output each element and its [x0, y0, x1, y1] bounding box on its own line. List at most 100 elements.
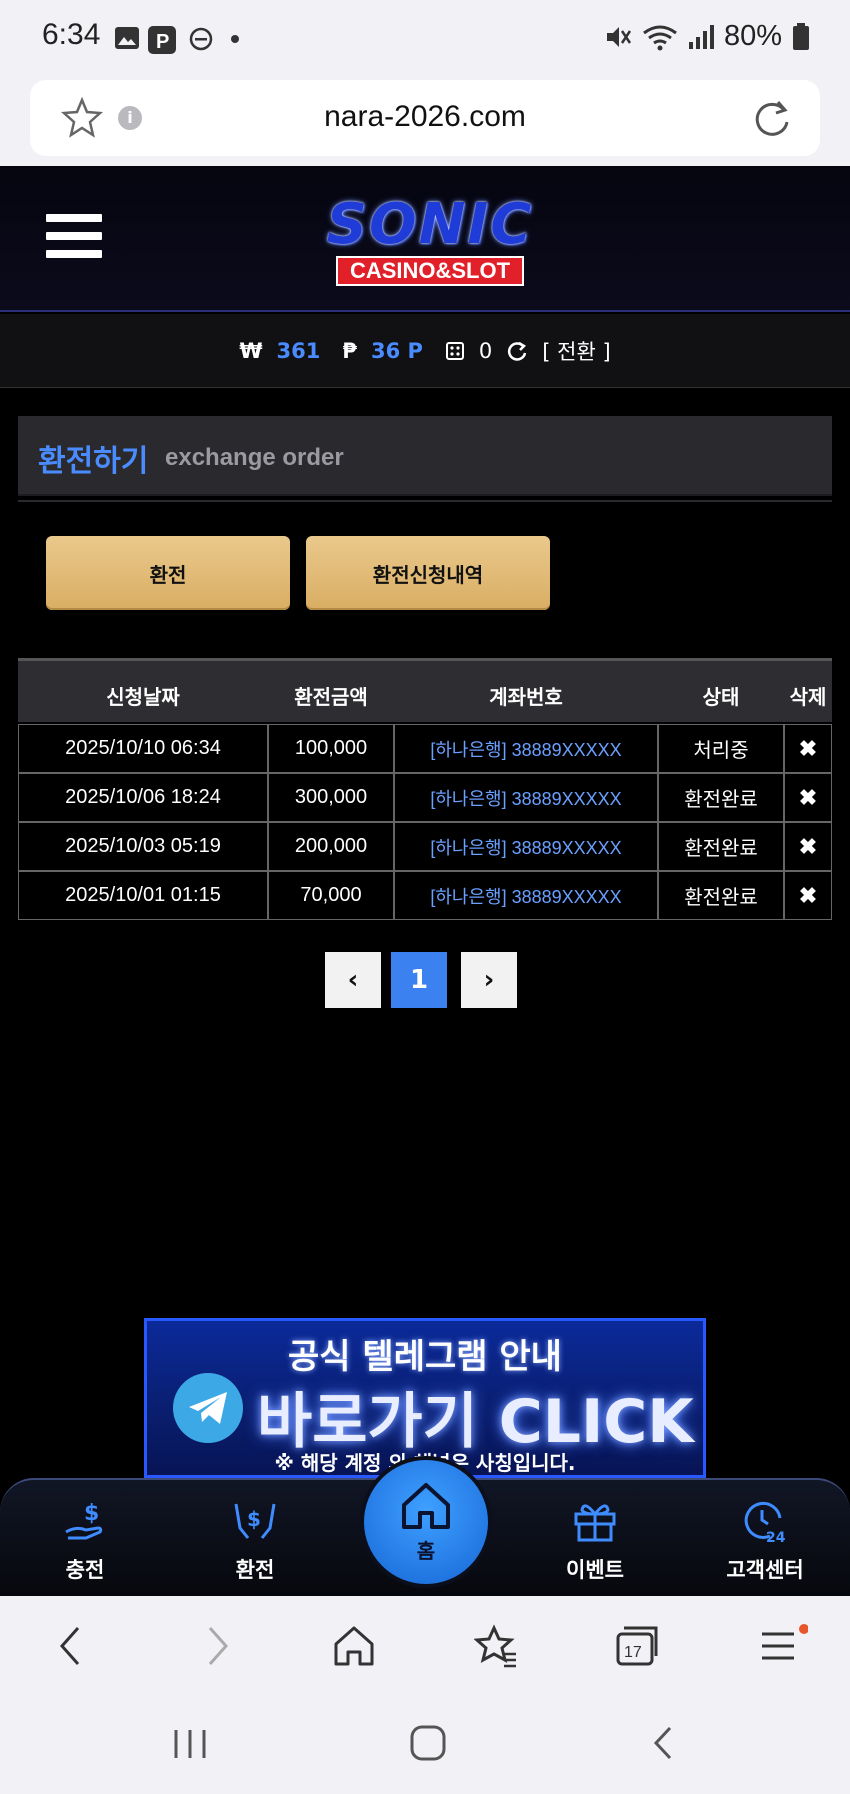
- table-row: 2025/10/06 18:24 300,000 [하나은행] 38889XXX…: [18, 773, 832, 822]
- support-24-icon: 24: [744, 1501, 786, 1546]
- column-header-amount: 환전금액: [294, 685, 368, 709]
- system-home-icon[interactable]: [408, 1724, 448, 1762]
- home-icon: [402, 1482, 450, 1529]
- cell-account: [하나은행] 38889XXXXX: [394, 773, 658, 822]
- cell-amount: 70,000: [268, 871, 394, 920]
- reload-icon[interactable]: [752, 98, 792, 138]
- nav-deposit-label: 충전: [65, 1558, 105, 1582]
- battery-icon: [793, 22, 809, 50]
- status-bar: 6:34 P 80%: [0, 0, 850, 78]
- cell-account: [하나은행] 38889XXXXX: [394, 871, 658, 920]
- forward-icon[interactable]: [196, 1624, 236, 1668]
- table-row: 2025/10/03 05:19 200,000 [하나은행] 38889XXX…: [18, 822, 832, 871]
- cell-amount: 200,000: [268, 822, 394, 871]
- bookmarks-icon[interactable]: [474, 1624, 518, 1668]
- cell-account: [하나은행] 38889XXXXX: [394, 724, 658, 773]
- nav-withdraw[interactable]: $ 환전: [195, 1498, 315, 1584]
- site-header: SONIC CASINO&SLOT: [0, 166, 850, 312]
- column-header-date: 신청날짜: [106, 685, 180, 709]
- parking-icon: P: [148, 26, 176, 54]
- cell-account: [하나은행] 38889XXXXX: [394, 822, 658, 871]
- svg-text:24: 24: [766, 1530, 786, 1544]
- svg-text:$: $: [247, 1507, 261, 1531]
- cell-status: 환전완료: [658, 871, 784, 920]
- exchange-tab-button[interactable]: 환전: [46, 536, 290, 610]
- column-header-status: 상태: [702, 685, 740, 709]
- chip-icon: [445, 341, 464, 360]
- signal-icon: [688, 24, 714, 49]
- cell-status: 처리중: [658, 724, 784, 773]
- tabs-icon[interactable]: 17: [614, 1624, 660, 1668]
- wifi-icon: [643, 25, 677, 50]
- gift-icon: [574, 1504, 616, 1542]
- cell-date: 2025/10/10 06:34: [18, 724, 268, 773]
- browser-toolbar: 17: [0, 1596, 850, 1696]
- section-title-en: exchange order: [165, 444, 344, 471]
- nav-home[interactable]: 홈: [360, 1456, 492, 1588]
- delete-icon[interactable]: ✖: [784, 871, 832, 920]
- dnd-icon: [189, 27, 213, 51]
- hamburger-menu-icon[interactable]: [46, 214, 102, 264]
- url-bar[interactable]: i nara-2026.com: [30, 80, 820, 156]
- withdraw-icon: $: [234, 1503, 276, 1539]
- logo-sub: CASINO&SLOT: [335, 256, 525, 286]
- url-text[interactable]: nara-2026.com: [30, 100, 820, 134]
- nav-deposit[interactable]: $ 충전: [25, 1498, 145, 1584]
- cell-status: 환전완료: [658, 822, 784, 871]
- section-header: 환전하기 exchange order: [18, 416, 832, 496]
- svg-text:P: P: [156, 31, 169, 53]
- page-next-button[interactable]: ›: [461, 952, 517, 1008]
- mute-icon: [606, 26, 631, 47]
- delete-icon[interactable]: ✖: [784, 773, 832, 822]
- page-current-button[interactable]: 1: [391, 952, 447, 1008]
- nav-event[interactable]: 이벤트: [535, 1498, 655, 1584]
- status-time: 6:34: [42, 18, 101, 51]
- point-icon: ₱: [342, 338, 357, 363]
- nav-event-label: 이벤트: [566, 1558, 624, 1582]
- system-back-icon[interactable]: [648, 1724, 678, 1762]
- exchange-history-tab-button[interactable]: 환전신청내역: [306, 536, 550, 610]
- cell-date: 2025/10/06 18:24: [18, 773, 268, 822]
- won-icon: ₩: [239, 338, 263, 363]
- tabs-count: 17: [624, 1644, 642, 1661]
- nav-home-label: 홈: [416, 1538, 436, 1563]
- chip-balance: 0: [478, 338, 493, 363]
- section-divider: [18, 500, 832, 502]
- browser-home-icon[interactable]: [332, 1624, 376, 1668]
- nav-withdraw-label: 환전: [235, 1558, 275, 1582]
- nav-support[interactable]: 24 고객센터: [705, 1498, 825, 1584]
- status-right: 80%: [604, 20, 810, 53]
- deposit-icon: $: [65, 1501, 103, 1540]
- battery-percent: 80%: [723, 20, 782, 52]
- cell-date: 2025/10/01 01:15: [18, 871, 268, 920]
- telegram-banner[interactable]: 공식 텔레그램 안내 바로가기 CLICK ※ 해당 계정 외 채널은 사칭입니…: [144, 1318, 706, 1478]
- section-title-ko: 환전하기: [38, 444, 149, 479]
- cell-status: 환전완료: [658, 773, 784, 822]
- delete-icon[interactable]: ✖: [784, 724, 832, 773]
- convert-button[interactable]: [ 전환 ]: [542, 336, 610, 366]
- site-logo[interactable]: SONIC CASINO&SLOT: [300, 196, 560, 286]
- dot-icon: [231, 35, 239, 43]
- recent-apps-icon[interactable]: [172, 1728, 208, 1760]
- browser-url-area: i nara-2026.com: [0, 78, 850, 166]
- table-row: 2025/10/10 06:34 100,000 [하나은행] 38889XXX…: [18, 724, 832, 773]
- table-row: 2025/10/01 01:15 70,000 [하나은행] 38889XXXX…: [18, 871, 832, 920]
- cell-amount: 300,000: [268, 773, 394, 822]
- svg-text:$: $: [84, 1501, 99, 1526]
- browser-menu-icon[interactable]: [758, 1624, 808, 1668]
- cell-date: 2025/10/03 05:19: [18, 822, 268, 871]
- back-icon[interactable]: [52, 1624, 92, 1668]
- won-balance: 361: [276, 338, 321, 363]
- table-header: 신청날짜 환전금액 계좌번호 상태 삭제: [18, 658, 832, 722]
- banner-title: 공식 텔레그램 안내: [288, 1337, 562, 1377]
- cell-amount: 100,000: [268, 724, 394, 773]
- delete-icon[interactable]: ✖: [784, 822, 832, 871]
- telegram-icon: [173, 1373, 243, 1443]
- convert-icon[interactable]: [506, 340, 528, 362]
- point-balance: 36 P: [370, 338, 423, 363]
- page-prev-button[interactable]: ‹: [325, 952, 381, 1008]
- system-nav-bar: [0, 1696, 850, 1794]
- column-header-delete: 삭제: [789, 685, 827, 709]
- column-header-account: 계좌번호: [489, 685, 563, 709]
- gallery-icon: [115, 27, 139, 49]
